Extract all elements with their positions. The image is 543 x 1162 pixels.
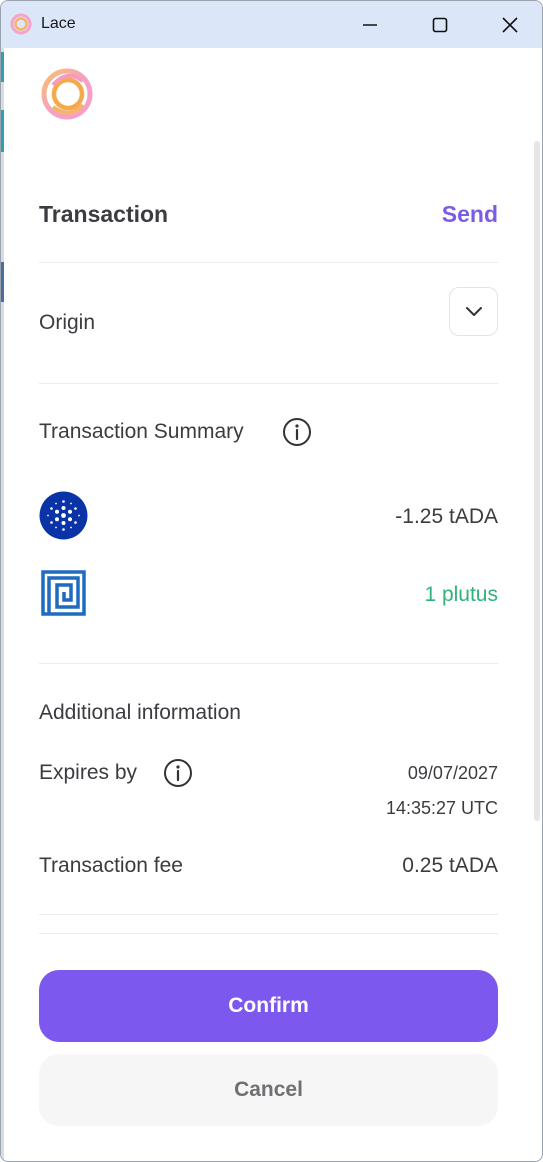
origin-row: Origin	[39, 287, 498, 336]
expires-date: 09/07/2027	[407, 763, 498, 783]
background-window-edge	[1, 48, 4, 1161]
maximize-button[interactable]	[405, 1, 475, 48]
divider	[39, 663, 498, 664]
summary-item: 1 plutus	[39, 570, 498, 618]
lace-window: Lace Transaction Send Origin Transaction…	[0, 0, 543, 1162]
expires-label: Expires by	[39, 761, 138, 784]
scrollbar[interactable]	[534, 141, 540, 821]
minimize-button[interactable]	[335, 1, 405, 48]
minimize-icon	[363, 23, 377, 26]
divider	[39, 383, 498, 384]
close-button[interactable]	[475, 1, 542, 48]
cardano-icon	[39, 491, 88, 540]
info-icon[interactable]	[282, 417, 312, 447]
maximize-icon	[432, 17, 448, 32]
divider	[39, 914, 498, 915]
lace-logo	[41, 68, 93, 120]
plutus-token-icon	[41, 570, 86, 616]
confirm-button[interactable]: Confirm	[39, 970, 498, 1042]
fee-row: Transaction fee 0.25 tADA	[39, 854, 498, 878]
ada-amount: -1.25 tADA	[395, 505, 498, 528]
origin-expand-button[interactable]	[449, 287, 498, 336]
window-title: Lace	[41, 15, 76, 32]
cancel-button[interactable]: Cancel	[39, 1054, 498, 1126]
plutus-amount: 1 plutus	[424, 583, 498, 606]
divider	[39, 262, 498, 263]
transaction-type-label: Send	[441, 201, 498, 227]
fee-value: 0.25 tADA	[402, 854, 498, 877]
title-bar: Lace	[1, 1, 542, 48]
info-icon[interactable]	[163, 758, 193, 788]
lace-app-icon	[10, 13, 32, 35]
expires-time: 14:35:27 UTC	[385, 798, 498, 818]
origin-label: Origin	[39, 311, 96, 334]
page-title: Transaction	[39, 201, 169, 227]
expires-row: Expires by 09/07/2027 14:35:27 UTC	[39, 758, 498, 831]
additional-info-header: Additional information	[39, 701, 498, 725]
transaction-header: Transaction Send	[39, 201, 498, 228]
close-icon	[502, 16, 518, 33]
transaction-summary-header: Transaction Summary	[39, 417, 498, 447]
divider	[39, 933, 498, 934]
summary-item: -1.25 tADA	[39, 491, 498, 543]
fee-label: Transaction fee	[39, 854, 183, 877]
chevron-down-icon	[465, 306, 482, 316]
additional-info-title: Additional information	[39, 701, 241, 724]
summary-title: Transaction Summary	[39, 420, 244, 443]
